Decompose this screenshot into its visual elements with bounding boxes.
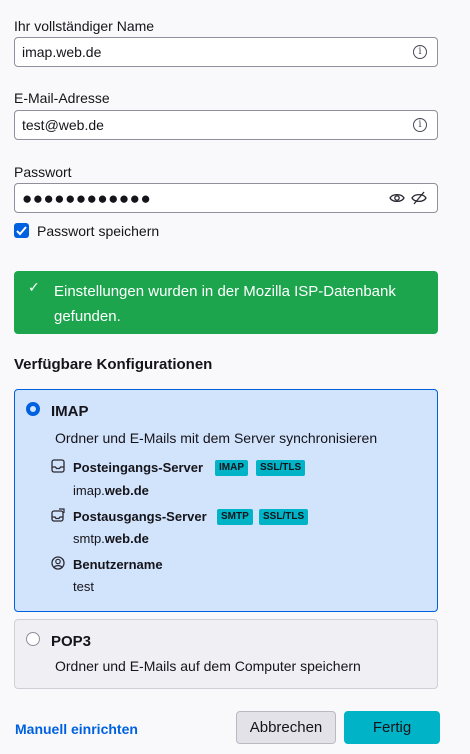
imap-title: IMAP [51,403,89,420]
email-label: E-Mail-Adresse [14,90,110,106]
host-domain: web.de [104,531,149,546]
full-name-value: imap.web.de [22,44,102,60]
outgoing-server-host: smtp.web.de [73,531,149,546]
remember-password-checkbox[interactable] [14,223,29,238]
outbox-icon [51,508,65,522]
configurations-heading: Verfügbare Konfigurationen [14,356,213,373]
pop3-radio[interactable] [26,632,40,646]
hide-password-eye-slash-icon[interactable] [411,190,427,206]
check-icon: ✓ [28,279,40,295]
checkmark-icon [16,226,27,236]
host-prefix: smtp. [73,531,105,546]
host-domain: web.de [104,483,149,498]
pop3-config-card[interactable]: POP3 Ordner und E-Mails auf dem Computer… [14,619,438,689]
badge-imap: IMAP [215,460,248,476]
username-label: Benutzername [73,557,163,572]
imap-config-card[interactable]: IMAP Ordner und E-Mails mit dem Server s… [14,389,438,612]
badge-ssl-tls: SSL/TLS [259,509,309,525]
pop3-title: POP3 [51,633,92,650]
password-value: ●●●●●●●●●●●● [22,189,152,208]
success-banner: ✓ Einstellungen wurden in der Mozilla IS… [14,271,438,334]
done-button[interactable]: Fertig [344,711,440,744]
host-prefix: imap. [73,483,105,498]
imap-description: Ordner und E-Mails mit dem Server synchr… [55,430,378,446]
pop3-description: Ordner und E-Mails auf dem Computer spei… [55,658,361,674]
user-icon [51,556,65,570]
incoming-server-label: Posteingangs-Server [73,460,204,475]
incoming-server-host: imap.web.de [73,483,149,498]
inbox-icon [51,459,65,473]
info-icon[interactable]: i [413,118,427,132]
imap-radio[interactable] [26,402,40,416]
badge-smtp: SMTP [217,509,253,525]
full-name-label: Ihr vollständiger Name [14,18,155,34]
remember-password-label[interactable]: Passwort speichern [37,223,159,239]
success-message: Einstellungen wurden in der Mozilla ISP-… [54,283,396,325]
email-value: test@web.de [22,117,104,133]
password-label: Passwort [14,164,72,180]
cancel-button[interactable]: Abbrechen [236,711,336,744]
outgoing-server-label: Postausgangs-Server [73,509,207,524]
badge-ssl-tls: SSL/TLS [256,460,306,476]
info-icon[interactable]: i [413,45,427,59]
username-value: test [73,579,94,594]
show-password-eye-icon[interactable] [389,191,405,205]
password-field[interactable]: ●●●●●●●●●●●● [14,183,438,213]
email-field[interactable]: test@web.de i [14,110,438,140]
manual-setup-link[interactable]: Manuell einrichten [15,721,138,737]
full-name-field[interactable]: imap.web.de i [14,37,438,67]
